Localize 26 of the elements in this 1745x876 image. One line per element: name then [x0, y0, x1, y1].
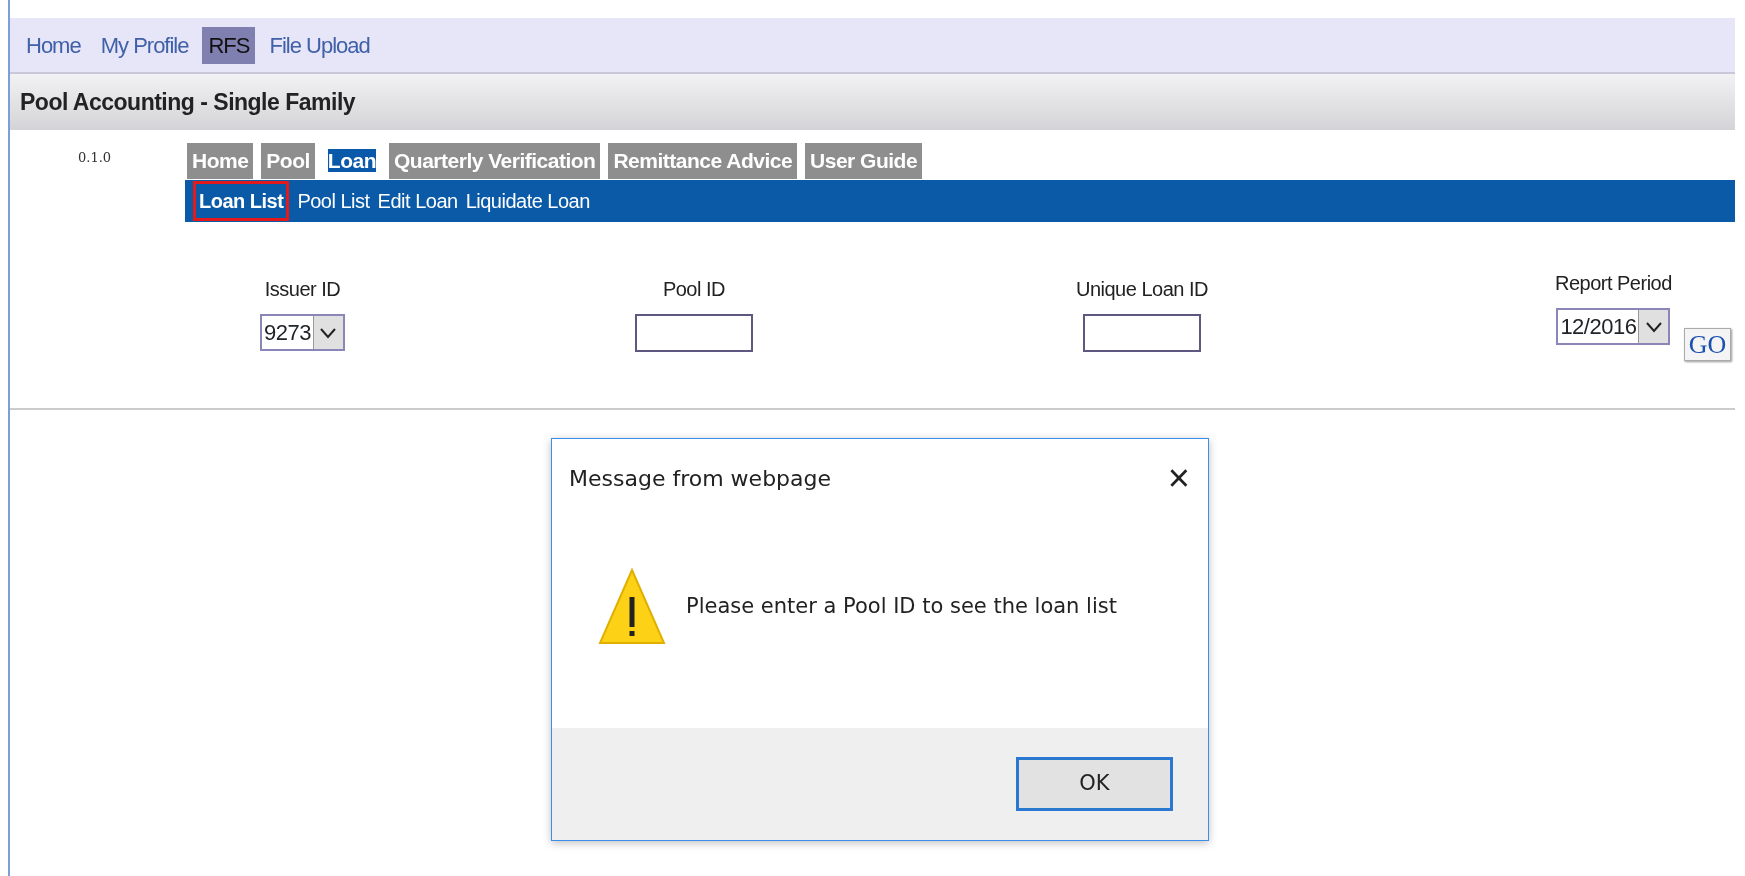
field-label: Report Period [1554, 271, 1672, 296]
field-label: Unique Loan ID [1075, 277, 1208, 302]
subnav-link[interactable]: Edit Loan [377, 186, 458, 216]
dialog-message: Please enter a Pool ID to see the loan list [686, 592, 1117, 620]
nav-link-item[interactable]: RFS [202, 26, 256, 64]
version-label: 0.1.0 [77, 149, 113, 167]
chevron-down-icon [319, 326, 338, 339]
nav-link-item[interactable]: Home [20, 26, 87, 64]
chevron-down-icon [1644, 320, 1663, 333]
field-label: Issuer ID [264, 277, 341, 302]
dropdown[interactable]: 12/2016 [1556, 308, 1671, 345]
field-label: Pool ID [662, 277, 725, 302]
input-field[interactable] [634, 314, 753, 352]
input-field[interactable] [1082, 314, 1201, 352]
ok-button[interactable]: OK [1016, 757, 1173, 811]
nav-link-item[interactable]: File Upload [263, 26, 376, 64]
warning-icon [598, 566, 666, 647]
subnav-link[interactable]: Liquidate Loan [465, 186, 590, 216]
dialog-title: Message from webpage [569, 464, 832, 493]
page-title: Pool Accounting - Single Family [10, 74, 1735, 130]
go-button[interactable]: GO [1683, 328, 1732, 362]
close-button[interactable]: × [1167, 459, 1190, 497]
nav-link-item[interactable]: My Profile [94, 26, 195, 64]
subnav-link[interactable]: Pool List [297, 186, 370, 216]
dropdown[interactable]: 9273 [260, 314, 345, 351]
subnav-link[interactable]: Loan List [193, 181, 290, 221]
